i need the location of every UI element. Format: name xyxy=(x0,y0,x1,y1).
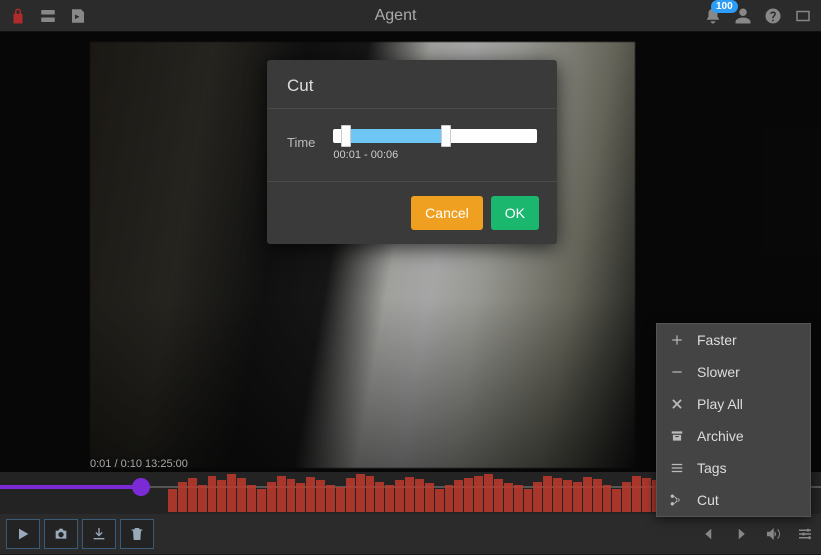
snapshot-button[interactable] xyxy=(44,519,78,549)
menu-item-slower[interactable]: Slower xyxy=(657,356,810,388)
bottom-bar xyxy=(0,514,821,554)
menu-label: Play All xyxy=(697,396,743,412)
download-button[interactable] xyxy=(82,519,116,549)
cancel-button[interactable]: Cancel xyxy=(411,196,483,230)
menu-item-playall[interactable]: Play All xyxy=(657,388,810,420)
range-slider[interactable] xyxy=(333,129,537,143)
bell-icon[interactable]: 100 xyxy=(703,6,723,26)
settings-icon[interactable] xyxy=(795,524,815,544)
play-button[interactable] xyxy=(6,519,40,549)
fullscreen-icon[interactable] xyxy=(793,6,813,26)
scissors-icon xyxy=(669,492,685,508)
menu-label: Tags xyxy=(697,460,727,476)
time-overlay: 0:01 / 0:10 13:25:00 xyxy=(90,458,188,470)
range-handle-start[interactable] xyxy=(341,125,351,147)
seek-fill xyxy=(0,485,140,489)
menu-label: Cut xyxy=(697,492,719,508)
main-area: 0:01 / 0:10 13:25:00 Cut Time 00:01 - 00… xyxy=(0,32,821,472)
range-value: 00:01 - 00:06 xyxy=(333,149,537,161)
cut-dialog: Cut Time 00:01 - 00:06 Cancel OK xyxy=(267,60,557,244)
prev-icon[interactable] xyxy=(699,524,719,544)
list-icon xyxy=(669,460,685,476)
range-handle-end[interactable] xyxy=(441,125,451,147)
video-file-icon[interactable] xyxy=(68,6,88,26)
help-icon[interactable] xyxy=(763,6,783,26)
volume-icon[interactable] xyxy=(763,524,783,544)
delete-button[interactable] xyxy=(120,519,154,549)
time-label: Time xyxy=(287,129,315,150)
minus-icon xyxy=(669,364,685,380)
next-icon[interactable] xyxy=(731,524,751,544)
dialog-title: Cut xyxy=(267,60,557,108)
activity-bars xyxy=(168,474,661,512)
menu-item-faster[interactable]: Faster xyxy=(657,324,810,356)
plus-icon xyxy=(669,332,685,348)
menu-item-cut[interactable]: Cut xyxy=(657,484,810,516)
seek-handle[interactable] xyxy=(132,478,150,496)
range-fill xyxy=(343,129,443,143)
archive-icon xyxy=(669,428,685,444)
menu-label: Archive xyxy=(697,428,744,444)
menu-item-tags[interactable]: Tags xyxy=(657,452,810,484)
menu-label: Slower xyxy=(697,364,740,380)
x-icon xyxy=(669,396,685,412)
top-bar: Agent 100 xyxy=(0,0,821,32)
lock-icon[interactable] xyxy=(8,6,28,26)
menu-label: Faster xyxy=(697,332,737,348)
notification-badge: 100 xyxy=(711,0,738,13)
server-icon[interactable] xyxy=(38,6,58,26)
menu-item-archive[interactable]: Archive xyxy=(657,420,810,452)
context-menu: Faster Slower Play All Archive Tags Cut xyxy=(656,323,811,517)
app-title: Agent xyxy=(88,7,703,25)
ok-button[interactable]: OK xyxy=(491,196,539,230)
